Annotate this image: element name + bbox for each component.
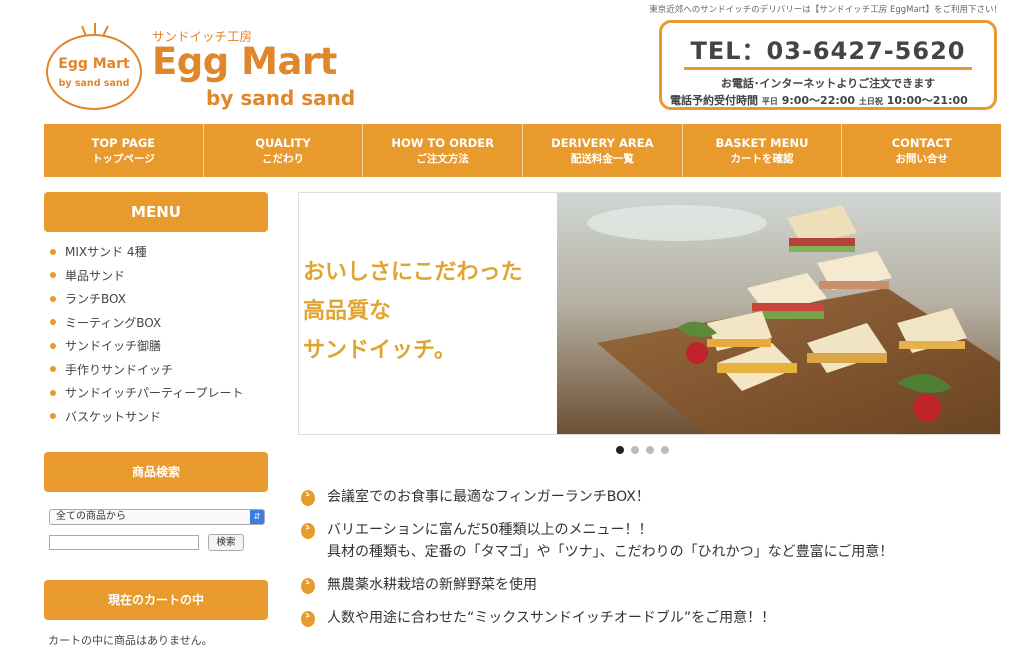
egg-bullet-icon: [301, 578, 315, 594]
nav-label-ja: ご注文方法: [416, 152, 469, 165]
nav-quality[interactable]: QUALITY こだわり: [204, 124, 364, 177]
menu-item-label: 手作りサンドイッチ: [65, 362, 174, 377]
menu-item-label: ランチBOX: [65, 292, 126, 306]
slider-dot[interactable]: [631, 446, 639, 454]
menu-item[interactable]: ミーティングBOX: [50, 315, 244, 339]
tel-divider: [684, 67, 972, 70]
hero-line: 高品質な: [303, 299, 392, 324]
logo-oval-title: Egg Mart: [58, 56, 130, 72]
nav-label-en: BASKET MENU: [715, 135, 809, 150]
nav-label-ja: トップページ: [91, 152, 155, 165]
logo-oval: Egg Mart by sand sand: [46, 34, 142, 110]
egg-bullet-icon: [301, 490, 315, 506]
feature-item: 人数や用途に合わせた“ミックスサンドイッチオードブル”をご用意！！: [300, 607, 1000, 629]
bullet-dot-icon: [50, 248, 56, 255]
feature-text: 会議室でのお食事に最適なフィンガーランチBOX！: [327, 489, 650, 505]
menu-item-label: ミーティングBOX: [65, 315, 162, 330]
tel-hours: 電話予約受付時間 平日 9:00～22:00 土日祝 10:00～21:00: [670, 92, 990, 108]
hero-line: おいしさにこだわった: [303, 260, 523, 285]
hero-line: サンドイッチ。: [303, 338, 456, 363]
nav-how-to-order[interactable]: HOW TO ORDER ご注文方法: [363, 124, 524, 177]
category-select[interactable]: 全ての商品から ⇵: [49, 509, 265, 525]
feature-text: 無農薬水耕栽培の新鮮野菜を使用: [327, 577, 537, 593]
feature-text: 人数や用途に合わせた“ミックスサンドイッチオードブル”をご用意！！: [327, 610, 776, 626]
nav-label-en: DERIVERY AREA: [551, 135, 654, 150]
main-nav: TOP PAGE トップページ QUALITY こだわり HOW TO ORDE…: [44, 124, 1001, 177]
bullet-dot-icon: [50, 342, 56, 349]
bullet-dot-icon: [50, 366, 56, 372]
logo-byline: by sand sand: [206, 86, 356, 110]
nav-label-ja: お問い合せ: [895, 152, 948, 165]
bullet-dot-icon: [50, 389, 56, 396]
weekend-label: 土日祝: [858, 97, 883, 106]
nav-label-ja: 配送料金一覧: [570, 152, 634, 165]
slider-dot[interactable]: [646, 446, 654, 454]
feature-item: 会議室でのお食事に最適なフィンガーランチBOX！: [300, 486, 1000, 508]
header-tagline: 東京近郊へのサンドイッチのデリバリーは【サンドイッチ工房 EggMart】をご利…: [649, 5, 1002, 15]
nav-delivery-area[interactable]: DERIVERY AREA 配送料金一覧: [523, 124, 683, 177]
feature-text: バリエーションに富んだ50種類以上のメニュー！！: [327, 522, 653, 538]
slider-dot[interactable]: [616, 446, 624, 454]
menu-item-label: サンドイッチ御膳: [65, 339, 162, 353]
tel-box: TEL：03-6427-5620 お電話･インターネットよりご注文できます 電話…: [659, 20, 997, 110]
logo-oval-subtitle: by sand sand: [58, 78, 130, 89]
select-arrow-icon: ⇵: [250, 510, 264, 524]
search-button[interactable]: 検索: [208, 534, 244, 551]
category-select-value: 全ての商品から: [56, 511, 126, 522]
nav-top-page[interactable]: TOP PAGE トップページ: [44, 124, 204, 177]
feature-text: 具材の種類も、定番の「タマゴ」や「ツナ」、こだわりの「ひれかつ」など豊富にご用意…: [327, 544, 894, 560]
menu-item-label: MIXサンド 4種: [65, 245, 147, 259]
nav-label-en: QUALITY: [255, 135, 311, 150]
menu-item[interactable]: MIXサンド 4種: [50, 244, 244, 268]
sandwich-photo: [557, 193, 1000, 434]
feature-list: 会議室でのお食事に最適なフィンガーランチBOX！ バリエーションに富んだ50種類…: [300, 486, 1000, 640]
feature-item: 無農薬水耕栽培の新鮮野菜を使用: [300, 574, 1000, 596]
menu-item[interactable]: 単品サンド: [50, 268, 244, 292]
bullet-dot-icon: [50, 413, 56, 419]
menu-item-label: 単品サンド: [65, 268, 126, 283]
menu-item[interactable]: サンドイッチ御膳: [50, 338, 244, 362]
tel-note: お電話･インターネットよりご注文できます: [720, 77, 936, 90]
slider-dot[interactable]: [661, 446, 669, 454]
slider-dots: [616, 446, 669, 454]
hours-label: 電話予約受付時間: [670, 94, 758, 107]
nav-label-ja: こだわり: [262, 152, 304, 165]
menu-item[interactable]: 手作りサンドイッチ: [50, 362, 244, 386]
nav-label-ja: カートを確認: [730, 152, 794, 165]
weekday-hours: 9:00～22:00: [781, 94, 856, 107]
menu-heading: MENU: [44, 192, 268, 232]
menu-item[interactable]: バスケットサンド: [50, 409, 244, 433]
menu-item[interactable]: ランチBOX: [50, 291, 244, 315]
cart-empty-message: カートの中に商品はありません。: [48, 634, 213, 647]
nav-contact[interactable]: CONTACT お問い合せ: [842, 124, 1001, 177]
feature-item: バリエーションに富んだ50種類以上のメニュー！！ 具材の種類も、定番の「タマゴ」…: [300, 519, 1000, 563]
bullet-dot-icon: [50, 295, 56, 302]
menu-item-label: バスケットサンド: [65, 409, 162, 424]
logo-title: Egg Mart: [152, 40, 337, 83]
egg-bullet-icon: [301, 611, 315, 627]
cart-heading: 現在のカートの中: [44, 580, 268, 620]
tel-number[interactable]: TEL：03-6427-5620: [662, 31, 994, 66]
nav-label-en: TOP PAGE: [91, 135, 156, 150]
egg-bullet-icon: [301, 523, 315, 539]
menu-list: MIXサンド 4種 単品サンド ランチBOX ミーティングBOX サンドイッチ御…: [50, 244, 244, 432]
search-input[interactable]: [49, 535, 199, 550]
bullet-dot-icon: [50, 319, 56, 325]
bullet-dot-icon: [50, 272, 56, 278]
search-heading: 商品検索: [44, 452, 268, 492]
nav-basket-menu[interactable]: BASKET MENU カートを確認: [683, 124, 843, 177]
nav-label-en: HOW TO ORDER: [391, 135, 494, 150]
weekday-label: 平日: [761, 97, 778, 106]
hero-copy: おいしさにこだわった 高品質な サンドイッチ。: [303, 253, 523, 370]
hero-slider[interactable]: おいしさにこだわった 高品質な サンドイッチ。: [298, 192, 1001, 435]
weekend-hours: 10:00～21:00: [886, 94, 968, 107]
menu-item-label: サンドイッチパーティープレート: [65, 386, 244, 400]
nav-label-en: CONTACT: [891, 135, 952, 150]
menu-item[interactable]: サンドイッチパーティープレート: [50, 385, 244, 409]
